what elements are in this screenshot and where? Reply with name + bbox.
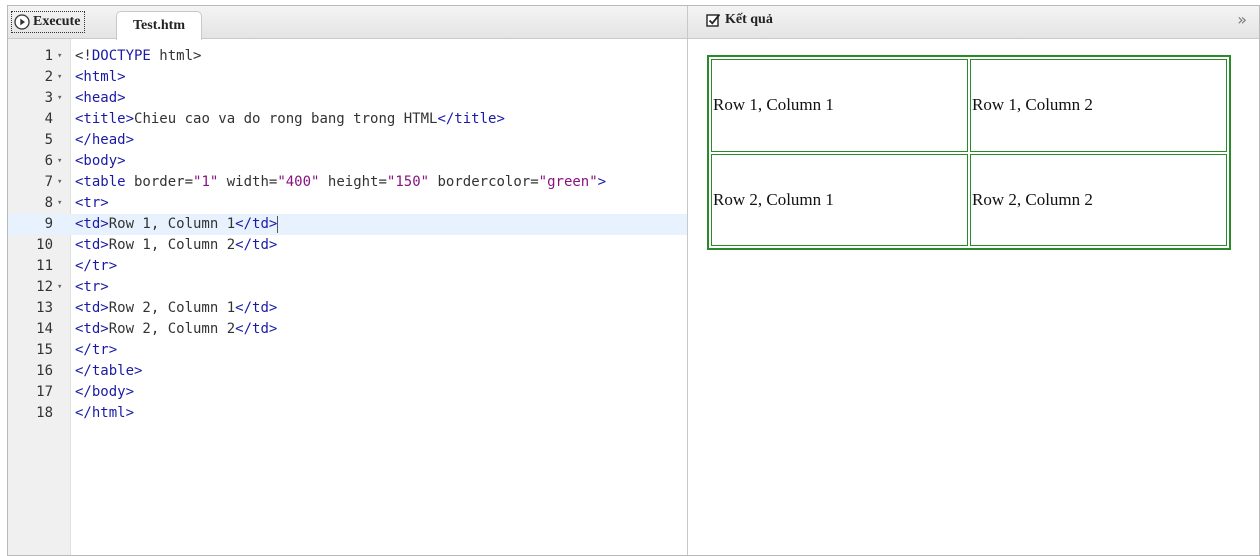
play-icon bbox=[14, 14, 30, 30]
code-text: <td>Row 1, Column 2</td> bbox=[75, 237, 278, 253]
line-number: 16 bbox=[36, 363, 53, 379]
fold-arrow-icon[interactable]: ▾ bbox=[57, 88, 62, 109]
line-number: 8 bbox=[44, 195, 53, 211]
editor-toolbar: Execute Test.htm bbox=[8, 6, 687, 40]
code-line[interactable]: 13 <td>Row 2, Column 1</td> bbox=[8, 298, 687, 319]
table-cell: Row 2, Column 1 bbox=[711, 153, 968, 246]
checkbox-checked-icon bbox=[706, 13, 721, 27]
line-number: 3 bbox=[44, 90, 53, 106]
code-text: <body> bbox=[75, 153, 126, 169]
code-text: </tr> bbox=[75, 258, 118, 274]
line-number: 2 bbox=[44, 69, 53, 85]
code-line[interactable]: 3 ▾ <head> bbox=[8, 88, 687, 109]
line-number: 5 bbox=[44, 132, 53, 148]
code-line[interactable]: 18 </html> bbox=[8, 403, 687, 424]
code-text: </head> bbox=[75, 132, 135, 148]
result-header: Kết quả » bbox=[688, 6, 1259, 39]
result-table: Row 1, Column 1 Row 1, Column 2 Row 2, C… bbox=[707, 55, 1231, 250]
code-line[interactable]: 1 ▾ <!DOCTYPE html> bbox=[8, 46, 687, 67]
fold-arrow-icon[interactable]: ▾ bbox=[57, 46, 62, 67]
code-text: <td>Row 2, Column 2</td> bbox=[75, 321, 278, 337]
line-number: 4 bbox=[44, 111, 53, 127]
fold-arrow-icon[interactable]: ▾ bbox=[57, 172, 62, 193]
line-number: 6 bbox=[44, 153, 53, 169]
code-text: </body> bbox=[75, 384, 135, 400]
code-line[interactable]: 16 </table> bbox=[8, 361, 687, 382]
code-text: <td>Row 1, Column 1</td> bbox=[75, 215, 279, 233]
editor-pane: Execute Test.htm 1 ▾ <!DOCTYPE html> 2 ▾ <htm… bbox=[8, 6, 688, 555]
table-cell: Row 1, Column 2 bbox=[970, 59, 1227, 152]
code-line[interactable]: 17 </body> bbox=[8, 382, 687, 403]
expand-icon[interactable]: » bbox=[1237, 10, 1247, 29]
fold-arrow-icon[interactable]: ▾ bbox=[57, 277, 62, 298]
line-number: 10 bbox=[36, 237, 53, 253]
code-text: <tr> bbox=[75, 279, 109, 295]
fold-arrow-icon[interactable]: ▾ bbox=[57, 67, 62, 88]
code-text: <td>Row 2, Column 1</td> bbox=[75, 300, 278, 316]
fold-arrow-icon[interactable]: ▾ bbox=[57, 193, 62, 214]
code-line[interactable]: 4 <title>Chieu cao va do rong bang trong … bbox=[8, 109, 687, 130]
code-editor[interactable]: 1 ▾ <!DOCTYPE html> 2 ▾ <html> 3 ▾ <head> 4 <title… bbox=[8, 46, 687, 424]
line-number: 7 bbox=[44, 174, 53, 190]
fold-arrow-icon[interactable]: ▾ bbox=[57, 151, 62, 172]
code-text: <table border="1" width="400" height="15… bbox=[75, 174, 607, 190]
code-line[interactable]: 6 ▾ <body> bbox=[8, 151, 687, 172]
line-number: 11 bbox=[36, 258, 53, 274]
code-text: <!DOCTYPE html> bbox=[75, 48, 202, 64]
result-title-label: Kết quả bbox=[725, 12, 773, 27]
table-row: Row 1, Column 1 Row 1, Column 2 bbox=[711, 59, 1227, 152]
result-pane: Kết quả » Row 1, Column 1 Row 1, Column … bbox=[688, 6, 1259, 555]
line-number: 14 bbox=[36, 321, 53, 337]
code-line[interactable]: 5 </head> bbox=[8, 130, 687, 151]
code-line[interactable]: 9 <td>Row 1, Column 1</td> bbox=[8, 214, 687, 235]
code-text: </table> bbox=[75, 363, 143, 379]
line-number: 15 bbox=[36, 342, 53, 358]
table-cell: Row 1, Column 1 bbox=[711, 59, 968, 152]
code-text: <tr> bbox=[75, 195, 109, 211]
code-text: <html> bbox=[75, 69, 126, 85]
code-line[interactable]: 14 <td>Row 2, Column 2</td> bbox=[8, 319, 687, 340]
line-number: 12 bbox=[36, 279, 53, 295]
code-text: <title>Chieu cao va do rong bang trong H… bbox=[75, 111, 505, 127]
line-number: 17 bbox=[36, 384, 53, 400]
code-line[interactable]: 11 </tr> bbox=[8, 256, 687, 277]
code-text: </tr> bbox=[75, 342, 118, 358]
code-text: <head> bbox=[75, 90, 126, 106]
line-number: 18 bbox=[36, 405, 53, 421]
table-cell: Row 2, Column 2 bbox=[970, 153, 1227, 246]
code-text: </html> bbox=[75, 405, 135, 421]
code-line[interactable]: 12 ▾ <tr> bbox=[8, 277, 687, 298]
code-line[interactable]: 2 ▾ <html> bbox=[8, 67, 687, 88]
line-number: 9 bbox=[44, 216, 53, 232]
code-line[interactable]: 8 ▾ <tr> bbox=[8, 193, 687, 214]
line-number: 13 bbox=[36, 300, 53, 316]
tab-test-htm[interactable]: Test.htm bbox=[116, 11, 202, 40]
code-line[interactable]: 7 ▾ <table border="1" width="400" height="… bbox=[8, 172, 687, 193]
code-line[interactable]: 15 </tr> bbox=[8, 340, 687, 361]
app-frame: Execute Test.htm 1 ▾ <!DOCTYPE html> 2 ▾ <htm… bbox=[7, 5, 1260, 556]
table-row: Row 2, Column 1 Row 2, Column 2 bbox=[711, 153, 1227, 246]
execute-button[interactable]: Execute bbox=[11, 11, 86, 33]
line-number: 1 bbox=[44, 48, 53, 64]
execute-label: Execute bbox=[33, 14, 81, 29]
result-title: Kết quả bbox=[706, 12, 773, 28]
code-line[interactable]: 10 <td>Row 1, Column 2</td> bbox=[8, 235, 687, 256]
